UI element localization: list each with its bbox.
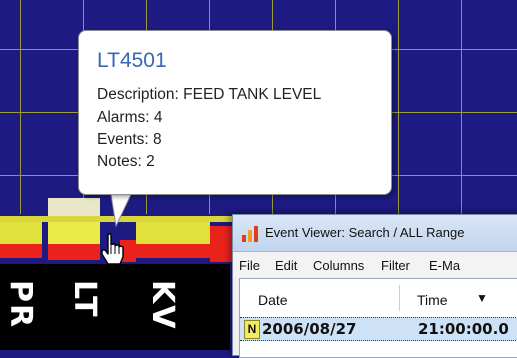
tag-label-lt[interactable]: LT <box>67 280 102 319</box>
tooltip-description: Description: FEED TANK LEVEL <box>97 86 322 103</box>
menu-edit[interactable]: Edit <box>275 258 297 273</box>
event-viewer-window: Event Viewer: Search / ALL Range File Ed… <box>232 214 517 358</box>
window-title: Event Viewer: Search / ALL Range <box>265 225 465 240</box>
menu-email[interactable]: E-Ma <box>429 258 460 273</box>
table-row[interactable]: N 2006/08/27 21:00:00.0 <box>240 317 517 341</box>
tooltip-alarms: Alarms: 4 <box>97 109 163 126</box>
level-bar-lt4501[interactable] <box>48 198 100 264</box>
column-separator[interactable] <box>399 285 400 311</box>
bar-chart-app-icon <box>242 226 258 242</box>
tooltip-tag-name: LT4501 <box>97 49 167 72</box>
level-bar-red-segment-right <box>210 226 232 262</box>
tag-tooltip: LT4501 Description: FEED TANK LEVEL Alar… <box>78 30 392 195</box>
hand-pointer-icon <box>101 233 124 265</box>
menu-filter[interactable]: Filter <box>381 258 410 273</box>
menu-file[interactable]: File <box>239 258 260 273</box>
row-time: 21:00:00.0 <box>418 320 509 338</box>
column-header-date[interactable]: Date <box>258 292 288 308</box>
window-titlebar[interactable]: Event Viewer: Search / ALL Range <box>233 215 517 252</box>
level-bar-left[interactable] <box>0 222 42 262</box>
tag-label-pr[interactable]: PR <box>3 280 38 329</box>
row-date: 2006/08/27 <box>262 320 357 338</box>
tag-label-kv[interactable]: KV <box>145 280 180 330</box>
level-bar-kv[interactable] <box>136 222 210 262</box>
tooltip-events: Events: 8 <box>97 131 162 148</box>
menu-columns[interactable]: Columns <box>313 258 364 273</box>
column-header-time[interactable]: Time <box>417 292 448 308</box>
sort-descending-icon[interactable]: ▼ <box>476 291 488 305</box>
note-badge-icon: N <box>244 320 260 339</box>
event-table: Date Time ▼ N 2006/08/27 21:00:00.0 <box>239 278 517 358</box>
tooltip-notes: Notes: 2 <box>97 153 155 170</box>
menu-bar: File Edit Columns Filter E-Ma <box>233 252 517 278</box>
